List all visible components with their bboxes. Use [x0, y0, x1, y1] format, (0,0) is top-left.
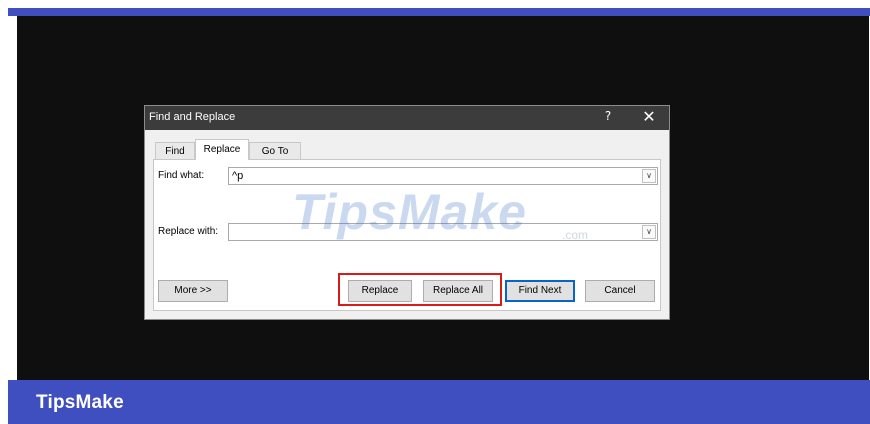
- find-next-button[interactable]: Find Next: [505, 280, 575, 302]
- dialog-titlebar: Find and Replace ? ✕: [145, 106, 669, 130]
- replace-with-combo[interactable]: ∨: [228, 223, 658, 241]
- footer-bar: TipsMake: [8, 380, 870, 424]
- replace-with-input[interactable]: [232, 225, 634, 239]
- chevron-down-icon[interactable]: ∨: [642, 225, 656, 239]
- dialog-title: Find and Replace: [149, 111, 236, 123]
- find-what-combo[interactable]: ∨: [228, 167, 658, 185]
- close-icon[interactable]: ✕: [640, 107, 658, 127]
- find-what-label: Find what:: [158, 170, 205, 181]
- replace-with-label: Replace with:: [158, 226, 219, 237]
- help-icon[interactable]: ?: [600, 109, 616, 125]
- tab-replace[interactable]: Replace: [195, 139, 249, 160]
- top-accent-bar: [8, 8, 870, 16]
- find-what-input[interactable]: [232, 169, 634, 183]
- chevron-down-icon[interactable]: ∨: [642, 169, 656, 183]
- tab-find[interactable]: Find: [155, 142, 195, 159]
- more-button[interactable]: More >>: [158, 280, 228, 302]
- cancel-button[interactable]: Cancel: [585, 280, 655, 302]
- screenshot-frame: Find and Replace ? ✕ Find Replace Go To …: [0, 0, 870, 424]
- replace-buttons-highlight: [338, 273, 502, 306]
- tab-goto[interactable]: Go To: [249, 142, 301, 159]
- footer-brand: TipsMake: [36, 392, 124, 413]
